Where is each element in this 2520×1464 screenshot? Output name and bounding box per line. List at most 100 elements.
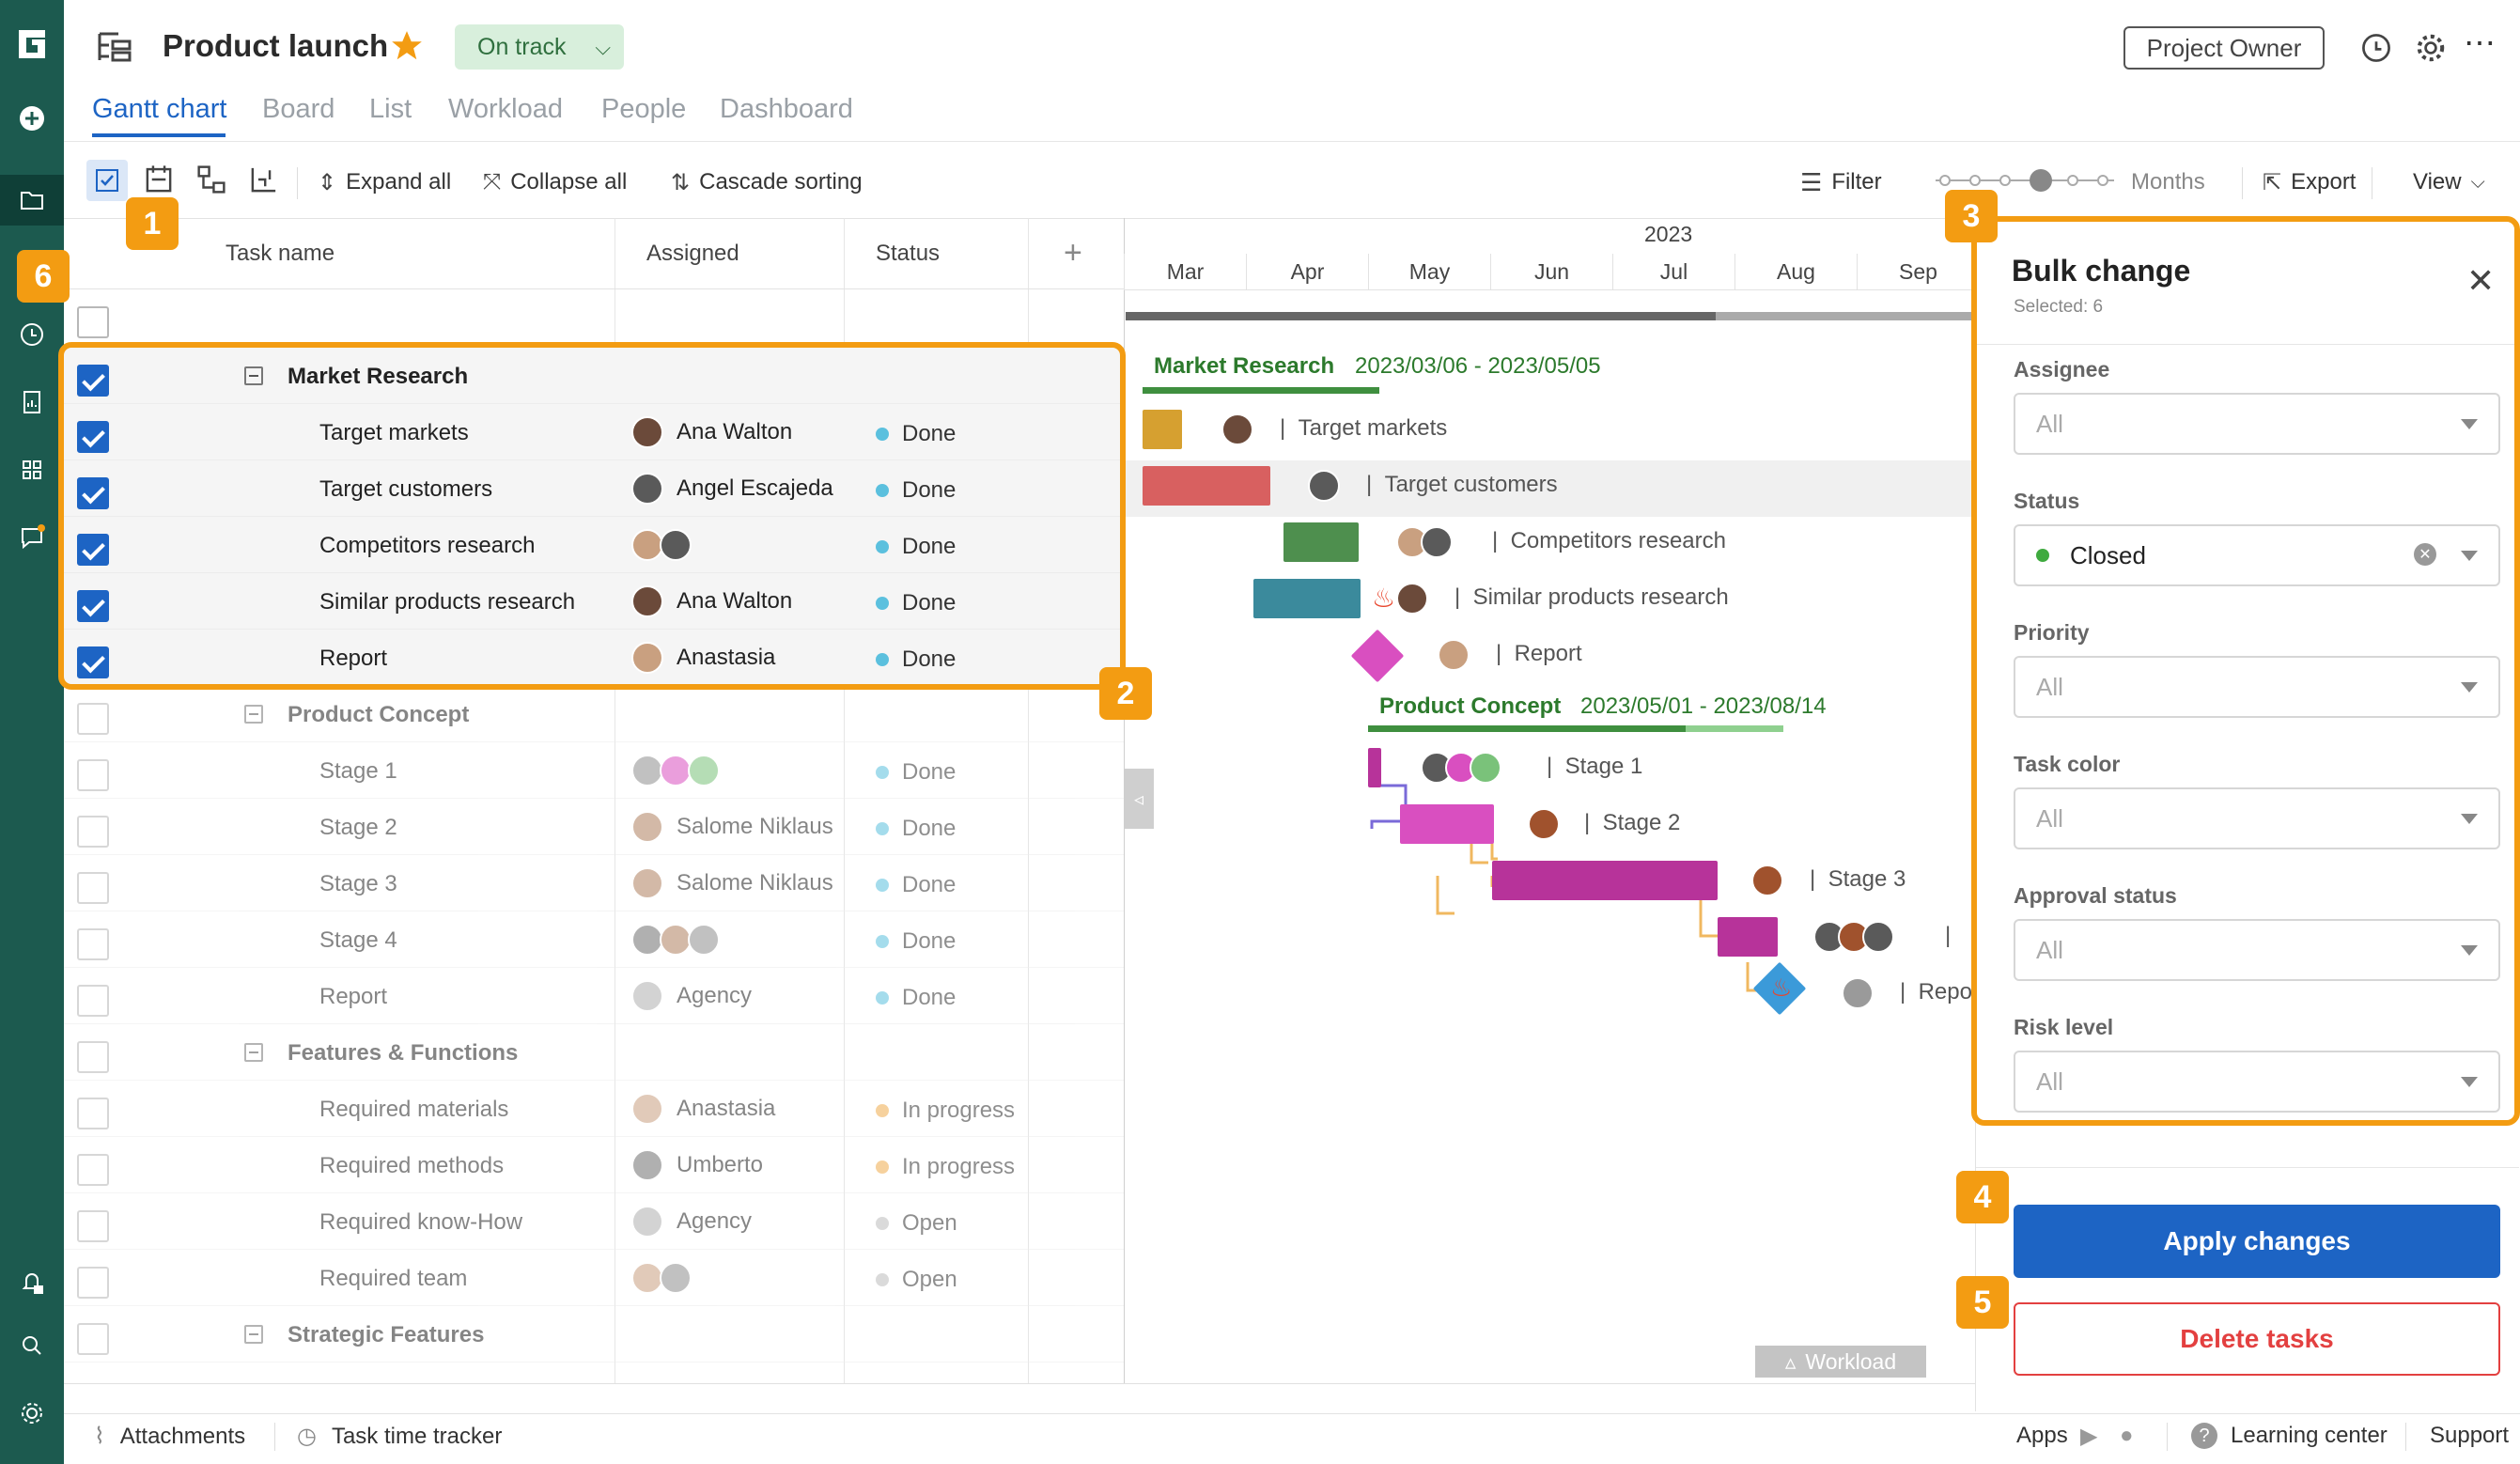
table-row[interactable]: Stage 2 Salome Niklaus Done bbox=[64, 799, 1124, 855]
assignee-cell[interactable]: Salome Niklaus bbox=[631, 811, 833, 843]
task-name[interactable]: Required know-How bbox=[319, 1209, 522, 1236]
learning-center-link[interactable]: ? Learning center bbox=[2191, 1423, 2388, 1449]
row-checkbox[interactable] bbox=[77, 1041, 109, 1073]
task-name[interactable]: Strategic Features bbox=[288, 1322, 484, 1348]
table-row[interactable]: Stage 4 Done bbox=[64, 911, 1124, 968]
task-name[interactable]: Report bbox=[319, 984, 387, 1010]
task-name[interactable]: Stage 1 bbox=[319, 758, 397, 785]
status-cell[interactable]: Done bbox=[876, 759, 956, 786]
history-icon[interactable] bbox=[2358, 30, 2394, 70]
bulk-select-toggle[interactable] bbox=[86, 160, 128, 201]
notifications-icon[interactable] bbox=[13, 1263, 51, 1300]
assignee-cell[interactable] bbox=[631, 1262, 692, 1294]
row-checkbox[interactable] bbox=[77, 1154, 109, 1186]
status-cell[interactable]: In progress bbox=[876, 1154, 1015, 1180]
table-row[interactable]: Required materials Anastasia In progress bbox=[64, 1081, 1124, 1137]
tab-dashboard[interactable]: Dashboard bbox=[720, 94, 853, 125]
collapse-all-button[interactable]: ⤧ Collapse all bbox=[483, 164, 627, 201]
view-dropdown[interactable]: View ⌵ bbox=[2413, 164, 2485, 201]
create-new-icon[interactable] bbox=[13, 100, 51, 137]
clock-icon[interactable] bbox=[13, 316, 51, 353]
workload-tab[interactable]: ▵ Workload bbox=[1755, 1346, 1926, 1378]
sidebar-item-projects[interactable] bbox=[0, 175, 64, 226]
row-checkbox[interactable] bbox=[77, 1098, 109, 1129]
apple-icon[interactable]: ● bbox=[2120, 1423, 2134, 1449]
project-owner-button[interactable]: Project Owner bbox=[2123, 26, 2325, 70]
table-row[interactable]: Required methods Umberto In progress bbox=[64, 1137, 1124, 1193]
table-row[interactable]: Report Agency Done bbox=[64, 968, 1124, 1024]
tab-list[interactable]: List bbox=[369, 94, 412, 125]
calendar-task-icon[interactable] bbox=[143, 164, 175, 200]
status-cell[interactable]: Done bbox=[876, 872, 956, 898]
select-all-checkbox[interactable] bbox=[77, 306, 109, 338]
row-checkbox[interactable] bbox=[77, 1267, 109, 1299]
assignee-cell[interactable]: Salome Niklaus bbox=[631, 867, 833, 899]
row-checkbox[interactable] bbox=[77, 1210, 109, 1242]
table-row-group[interactable]: Strategic Features bbox=[64, 1306, 1124, 1363]
gantt-bar[interactable] bbox=[1400, 804, 1494, 844]
assignee-cell[interactable]: Anastasia bbox=[631, 1093, 775, 1125]
apps-grid-icon[interactable] bbox=[13, 451, 51, 489]
attachments-link[interactable]: ⌇ Attachments bbox=[94, 1423, 245, 1450]
apply-changes-button[interactable]: Apply changes bbox=[2014, 1205, 2500, 1278]
apps-link[interactable]: Apps bbox=[2016, 1423, 2068, 1449]
task-name[interactable]: Stage 2 bbox=[319, 815, 397, 841]
collapse-group-icon[interactable] bbox=[244, 705, 263, 724]
gantt-bar[interactable] bbox=[1368, 748, 1381, 787]
chat-icon[interactable] bbox=[13, 519, 51, 556]
project-menu-icon[interactable] bbox=[94, 26, 135, 72]
row-checkbox[interactable] bbox=[77, 703, 109, 735]
table-row-group[interactable]: Product Concept bbox=[64, 686, 1124, 742]
tab-board[interactable]: Board bbox=[262, 94, 334, 125]
search-icon[interactable] bbox=[13, 1327, 51, 1364]
assignee-cell[interactable] bbox=[631, 755, 720, 787]
task-name[interactable]: Required team bbox=[319, 1266, 467, 1292]
google-play-icon[interactable]: ▶ bbox=[2080, 1423, 2097, 1450]
task-name[interactable]: Features & Functions bbox=[288, 1040, 518, 1067]
gear-icon[interactable] bbox=[2413, 30, 2449, 70]
add-column-icon[interactable]: + bbox=[1064, 235, 1082, 272]
row-checkbox[interactable] bbox=[77, 985, 109, 1017]
assignee-cell[interactable]: Agency bbox=[631, 980, 752, 1012]
collapse-group-icon[interactable] bbox=[244, 1043, 263, 1062]
project-status-dropdown[interactable]: On track ⌵ bbox=[455, 24, 624, 70]
row-checkbox[interactable] bbox=[77, 928, 109, 960]
status-cell[interactable]: Open bbox=[876, 1267, 957, 1293]
assignee-cell[interactable]: Agency bbox=[631, 1206, 752, 1238]
status-cell[interactable]: Done bbox=[876, 816, 956, 842]
delete-tasks-button[interactable]: Delete tasks bbox=[2014, 1302, 2500, 1376]
status-cell[interactable]: Done bbox=[876, 928, 956, 955]
row-checkbox[interactable] bbox=[77, 759, 109, 791]
table-row-group[interactable]: Features & Functions bbox=[64, 1024, 1124, 1081]
table-row[interactable]: Stage 3 Salome Niklaus Done bbox=[64, 855, 1124, 911]
tab-workload[interactable]: Workload bbox=[448, 94, 563, 125]
expand-all-button[interactable]: ⇕ Expand all bbox=[318, 164, 451, 201]
more-options-icon[interactable]: ⋯ bbox=[2464, 24, 2496, 62]
time-tracker-link[interactable]: ◷ Task time tracker bbox=[297, 1423, 502, 1450]
collapse-grid-handle[interactable]: ◃ bbox=[1124, 769, 1154, 829]
column-header-assigned[interactable]: Assigned bbox=[646, 218, 739, 289]
critical-path-icon[interactable] bbox=[248, 164, 280, 200]
zoom-handle[interactable] bbox=[2030, 169, 2052, 192]
row-checkbox[interactable] bbox=[77, 816, 109, 848]
status-cell[interactable]: Open bbox=[876, 1210, 957, 1237]
report-icon[interactable] bbox=[13, 383, 51, 421]
row-checkbox[interactable] bbox=[77, 1323, 109, 1355]
tab-gantt-chart[interactable]: Gantt chart bbox=[92, 94, 226, 125]
column-header-status[interactable]: Status bbox=[876, 218, 940, 289]
task-name[interactable]: Stage 4 bbox=[319, 927, 397, 954]
table-row[interactable]: Required team Open bbox=[64, 1250, 1124, 1306]
tab-people[interactable]: People bbox=[601, 94, 686, 125]
table-row[interactable]: Stage 1 Done bbox=[64, 742, 1124, 799]
task-name[interactable]: Required materials bbox=[319, 1097, 508, 1123]
app-logo-icon[interactable] bbox=[11, 24, 53, 66]
task-name[interactable]: Stage 3 bbox=[319, 871, 397, 897]
hierarchy-icon[interactable] bbox=[195, 164, 227, 200]
status-cell[interactable]: In progress bbox=[876, 1098, 1015, 1124]
table-row[interactable]: Required know-How Agency Open bbox=[64, 1193, 1124, 1250]
cascade-sorting-button[interactable]: ⇅ Cascade sorting bbox=[671, 164, 863, 201]
support-link[interactable]: Support bbox=[2430, 1423, 2509, 1449]
task-name[interactable]: Required methods bbox=[319, 1153, 504, 1179]
filter-button[interactable]: ☰ Filter bbox=[1800, 164, 1882, 201]
task-name[interactable]: Product Concept bbox=[288, 702, 469, 728]
